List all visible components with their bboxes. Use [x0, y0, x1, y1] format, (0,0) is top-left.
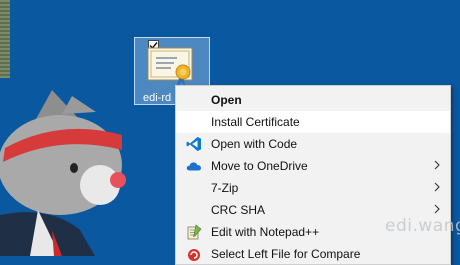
chevron-right-icon: [434, 182, 440, 192]
certificate-icon: [147, 47, 193, 86]
menu-label-7zip: 7-Zip: [211, 181, 239, 195]
menu-item-open[interactable]: Open: [176, 89, 450, 111]
menu-label-install-certificate: Install Certificate: [211, 115, 300, 129]
menu-item-open-with-code[interactable]: Open with Code: [176, 133, 450, 155]
watermark-text: edi.wang: [385, 216, 460, 236]
chevron-right-icon: [434, 160, 440, 170]
menu-item-7zip[interactable]: 7-Zip: [176, 177, 450, 199]
menu-item-move-to-onedrive[interactable]: Move to OneDrive: [176, 155, 450, 177]
menu-label-open: Open: [211, 93, 242, 107]
menu-label-crc-sha: CRC SHA: [211, 203, 266, 217]
vscode-icon: [186, 137, 201, 151]
menu-label-move-to-onedrive: Move to OneDrive: [211, 159, 308, 173]
compare-icon: [188, 249, 200, 261]
notepadpp-icon: [187, 224, 202, 240]
chevron-right-icon: [434, 204, 440, 214]
desktop-icon-label: edi-rd: [143, 92, 172, 104]
menu-item-select-left-file-for-compare[interactable]: Select Left File for Compare: [176, 243, 450, 265]
menu-item-install-certificate[interactable]: Install Certificate: [176, 111, 450, 133]
menu-label-select-left-file-for-compare: Select Left File for Compare: [211, 247, 361, 261]
onedrive-icon: [186, 162, 201, 171]
context-menu: Open Install Certificate Open with Code …: [175, 85, 451, 265]
menu-label-edit-with-notepadpp: Edit with Notepad++: [211, 225, 320, 239]
menu-label-open-with-code: Open with Code: [211, 137, 298, 151]
